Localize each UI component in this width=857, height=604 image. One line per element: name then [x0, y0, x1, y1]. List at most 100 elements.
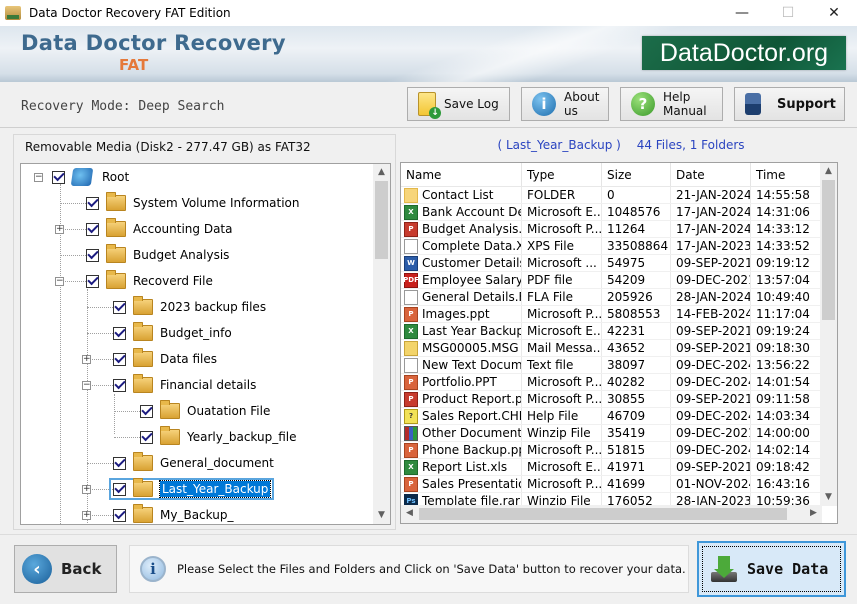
- tree-node[interactable]: Last_Year_Backup: [109, 476, 275, 502]
- selected-node-highlight: Last_Year_Backup: [109, 478, 275, 500]
- file-type-cell: Microsoft P...: [522, 476, 602, 492]
- tree-node[interactable]: System Volume Information: [86, 190, 299, 216]
- column-header-type[interactable]: Type: [522, 163, 602, 186]
- close-button[interactable]: ✕: [811, 0, 857, 26]
- tree-node[interactable]: Recoverd File: [86, 268, 213, 294]
- collapse-toggle[interactable]: −: [55, 277, 64, 286]
- node-checkbox[interactable]: [113, 456, 126, 470]
- tree-node[interactable]: Ouatation File: [140, 398, 270, 424]
- file-row[interactable]: P Images.ppt Microsoft P... 5808553 14-FEB-2…: [401, 306, 822, 323]
- maximize-button[interactable]: ☐: [765, 0, 811, 26]
- node-checkbox[interactable]: [113, 352, 126, 366]
- computer-icon: [70, 168, 94, 186]
- node-checkbox[interactable]: [113, 482, 126, 496]
- node-checkbox[interactable]: [113, 300, 126, 314]
- node-checkbox[interactable]: [52, 170, 65, 184]
- file-time-cell: 14:33:52: [751, 238, 822, 254]
- file-name: General Details.FLA: [422, 289, 521, 304]
- list-scroll-left-arrow[interactable]: ◀: [401, 505, 418, 522]
- tree-node[interactable]: Budget Analysis: [86, 242, 229, 268]
- file-list[interactable]: Name Type Size Date Time Contact List FOL…: [400, 162, 838, 524]
- ppt-file-icon: P: [404, 306, 418, 322]
- node-checkbox[interactable]: [86, 274, 99, 288]
- file-name-cell: P Budget Analysis....: [401, 221, 522, 237]
- file-row[interactable]: WCustomer Details...Microsoft ...5497509…: [401, 255, 822, 272]
- list-scroll-up-arrow[interactable]: ▲: [820, 163, 837, 180]
- expand-toggle[interactable]: +: [55, 225, 64, 234]
- file-row[interactable]: X Report List.xls Microsoft E... 41971 09-SE…: [401, 459, 822, 476]
- file-row[interactable]: Other Document.zipWinzip File3541909-DEC…: [401, 425, 822, 442]
- column-header-name[interactable]: Name: [401, 163, 522, 186]
- list-scroll-thumb[interactable]: [822, 180, 835, 320]
- file-name: MSG00005.MSG: [422, 340, 519, 355]
- node-checkbox[interactable]: [86, 196, 99, 210]
- file-row[interactable]: General Details.FLAFLA File20592628-JAN-…: [401, 289, 822, 306]
- tree-node[interactable]: Yearly_backup_file: [140, 424, 297, 450]
- file-row[interactable]: XLast Year Backup...Microsoft E...422310…: [401, 323, 822, 340]
- save-data-button[interactable]: Save Data: [697, 541, 846, 597]
- tree-node[interactable]: Data files: [113, 346, 217, 372]
- tree-node[interactable]: Root: [52, 164, 129, 190]
- expand-toggle[interactable]: +: [82, 485, 91, 494]
- recovery-mode-label: Recovery Mode: Deep Search: [21, 99, 225, 114]
- column-header-time[interactable]: Time: [751, 163, 822, 186]
- expand-toggle[interactable]: +: [82, 511, 91, 520]
- list-scroll-right-arrow[interactable]: ▶: [805, 505, 822, 522]
- tree-scroll-thumb[interactable]: [375, 181, 388, 259]
- file-row[interactable]: MSG00005.MSG Mail Messa... 43652 09-SEP-202…: [401, 340, 822, 357]
- node-checkbox[interactable]: [113, 508, 126, 522]
- column-header-size[interactable]: Size: [602, 163, 671, 186]
- node-checkbox[interactable]: [113, 378, 126, 392]
- collapse-toggle[interactable]: −: [34, 173, 43, 182]
- file-name-cell: Complete Data.XPS: [401, 238, 522, 254]
- file-row[interactable]: PDFEmployee Salary ...PDF file5420909-DE…: [401, 272, 822, 289]
- file-size-cell: 40282: [602, 374, 671, 390]
- tree-node[interactable]: Accounting Data: [86, 216, 232, 242]
- tree-node[interactable]: 2023 backup files: [113, 294, 266, 320]
- list-hscroll-thumb[interactable]: [419, 508, 787, 520]
- folder-tree[interactable]: ▲ ▼ − Root System Volume Information + Accou…: [20, 163, 391, 525]
- save-log-button[interactable]: Save Log: [407, 87, 510, 121]
- list-vertical-scrollbar[interactable]: ▲ ▼: [820, 163, 837, 506]
- file-row[interactable]: P Phone Backup.ppt Microsoft P... 51815 09-D…: [401, 442, 822, 459]
- node-checkbox[interactable]: [113, 326, 126, 340]
- tree-connector-line: [87, 307, 113, 308]
- node-checkbox[interactable]: [86, 222, 99, 236]
- pps-file-icon: P: [404, 391, 418, 407]
- node-checkbox[interactable]: [86, 248, 99, 262]
- node-label: Budget_info: [160, 326, 232, 340]
- tree-connector-line: [87, 333, 113, 334]
- file-row[interactable]: X Bank Account De...Microsoft E...1048576…: [401, 204, 822, 221]
- support-button[interactable]: Support: [734, 87, 845, 121]
- tree-node[interactable]: Financial details: [113, 372, 256, 398]
- node-label: Data files: [160, 352, 217, 366]
- list-horizontal-scrollbar[interactable]: ◀ ▶: [401, 505, 822, 523]
- tree-node[interactable]: Budget_info: [113, 320, 232, 346]
- back-button[interactable]: ‹ Back: [14, 545, 117, 593]
- column-header-date[interactable]: Date: [671, 163, 751, 186]
- scroll-up-arrow[interactable]: ▲: [373, 164, 390, 181]
- tree-node[interactable]: General_document: [113, 450, 274, 476]
- scroll-down-arrow[interactable]: ▼: [373, 507, 390, 524]
- file-row[interactable]: PProduct Report.ppsMicrosoft P...3085509…: [401, 391, 822, 408]
- file-type-cell: PDF file: [522, 272, 602, 288]
- file-size-cell: 42231: [602, 323, 671, 339]
- tree-node[interactable]: My_Backup_: [113, 502, 233, 524]
- node-checkbox[interactable]: [140, 430, 153, 444]
- node-checkbox[interactable]: [140, 404, 153, 418]
- file-row[interactable]: P Sales Presentatio...Microsoft P...41699…: [401, 476, 822, 493]
- file-row[interactable]: PBudget Analysis....Microsoft P...112641…: [401, 221, 822, 238]
- file-row[interactable]: ? Sales Report.CHM Help File 46709 09-DEC-20…: [401, 408, 822, 425]
- file-row[interactable]: Complete Data.XPSXPS File3350886417-JAN-…: [401, 238, 822, 255]
- collapse-toggle[interactable]: −: [82, 381, 91, 390]
- file-row[interactable]: P Portfolio.PPT Microsoft P... 40282 09-DEC-…: [401, 374, 822, 391]
- about-us-button[interactable]: i About us: [521, 87, 609, 121]
- file-row[interactable]: New Text Docum...Text file3809709-DEC-20…: [401, 357, 822, 374]
- expand-toggle[interactable]: +: [82, 355, 91, 364]
- tree-vertical-scrollbar[interactable]: ▲ ▼: [373, 164, 390, 524]
- help-manual-button[interactable]: ? Help Manual: [620, 87, 723, 121]
- list-scroll-down-arrow[interactable]: ▼: [820, 489, 837, 506]
- file-time-cell: 13:56:22: [751, 357, 822, 373]
- minimize-button[interactable]: —: [719, 0, 765, 26]
- file-row[interactable]: Contact List FOLDER 0 21-JAN-2024 14:55:58: [401, 187, 822, 204]
